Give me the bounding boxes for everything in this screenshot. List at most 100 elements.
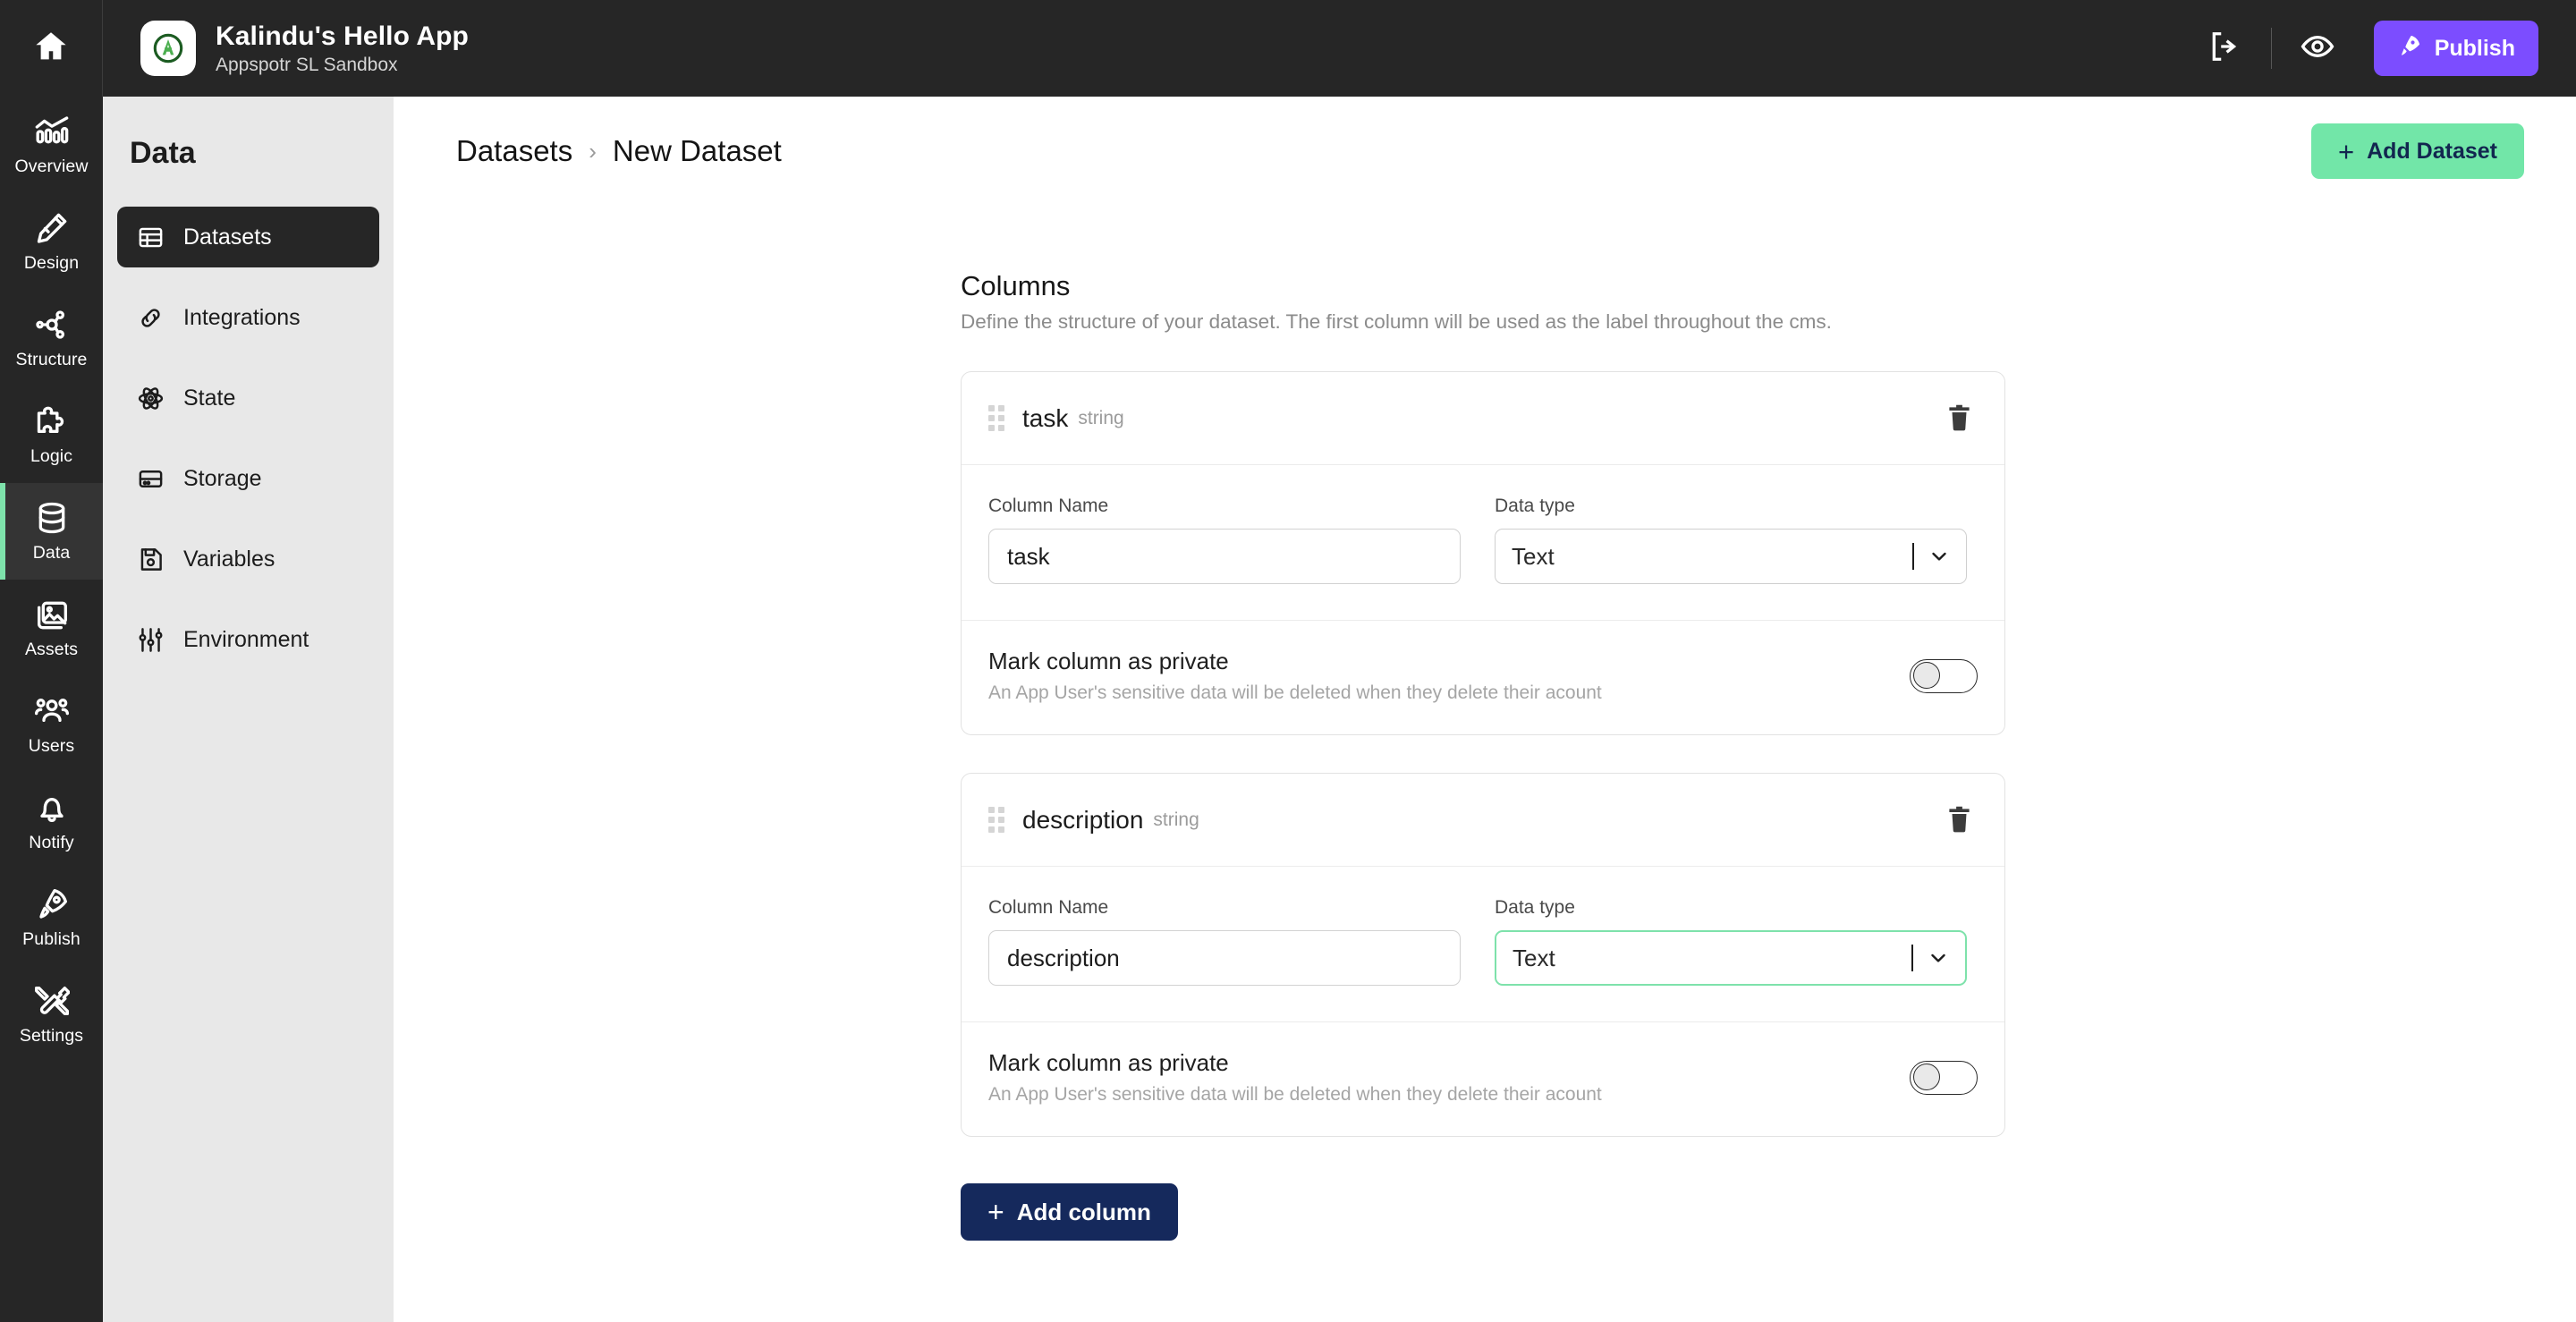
private-toggle[interactable] [1910, 658, 1978, 693]
database-icon [34, 499, 70, 537]
sliders-icon [135, 626, 165, 654]
private-texts: Mark column as private An App User's sen… [988, 648, 1602, 704]
storage-drive-icon [135, 465, 165, 493]
columns-section-description: Define the structure of your dataset. Th… [961, 310, 1832, 333]
toolbar-divider [2270, 28, 2272, 69]
subnav-item-datasets[interactable]: Datasets [117, 207, 379, 267]
subnav-item-integrations[interactable]: Integrations [117, 287, 379, 348]
rail-item-settings[interactable]: Settings [0, 966, 103, 1063]
publish-button[interactable]: Publish [2373, 21, 2538, 76]
rail-label-users: Users [28, 736, 75, 756]
add-dataset-button[interactable]: + Add Dataset [2311, 123, 2524, 179]
data-type-label: Data type [1495, 496, 1575, 516]
column-name-field: Column Name [988, 897, 1461, 986]
rail-item-structure[interactable]: Structure [0, 290, 103, 386]
subnav-item-state[interactable]: State [117, 368, 379, 428]
data-type-selected-value: Text [1513, 944, 1555, 971]
rail-item-notify[interactable]: Notify [0, 773, 103, 869]
rail-item-data[interactable]: Data [0, 483, 103, 580]
rail-label-data: Data [32, 543, 71, 563]
column-card-title: task [1022, 403, 1069, 432]
home-button[interactable] [0, 0, 103, 97]
private-texts: Mark column as private An App User's sen… [988, 1049, 1602, 1106]
private-title: Mark column as private [988, 648, 1229, 674]
subnav-label-variables: Variables [183, 546, 275, 572]
select-tail [1912, 543, 1950, 570]
home-icon [32, 28, 70, 70]
column-fields-row: Column Name Data type Text [962, 465, 2004, 621]
private-title: Mark column as private [988, 1049, 1229, 1076]
rail-item-design[interactable]: Design [0, 193, 103, 290]
column-card-header: task string [962, 372, 2004, 465]
text-caret [1912, 543, 1914, 570]
atom-icon [135, 385, 165, 412]
preview-button[interactable] [2284, 15, 2351, 81]
top-bar-actions: Publish [2192, 15, 2576, 81]
subnav-title: Data [130, 136, 196, 170]
breadcrumb-separator-icon: › [589, 137, 597, 165]
chevron-down-icon [1928, 546, 1950, 567]
column-card-header: description string [962, 774, 2004, 867]
chart-bar-icon [34, 113, 70, 150]
add-dataset-label: Add Dataset [2367, 138, 2497, 164]
table-grid-icon [135, 224, 165, 251]
private-toggle-row: Mark column as private An App User's sen… [962, 1022, 2004, 1136]
column-name-input[interactable] [988, 930, 1461, 986]
puzzle-piece-icon [34, 403, 70, 440]
drag-handle-icon[interactable] [988, 405, 1004, 431]
rail-item-publish[interactable]: Publish [0, 869, 103, 966]
toggle-knob [1913, 662, 1940, 689]
private-toggle[interactable] [1910, 1060, 1978, 1095]
chevron-down-icon [1928, 947, 1949, 969]
data-type-select[interactable]: Text [1495, 930, 1967, 986]
rail-label-publish: Publish [22, 929, 80, 949]
rail-item-overview[interactable]: Overview [0, 97, 103, 193]
pencil-ruler-icon [34, 209, 70, 247]
primary-nav-rail: Overview Design Structure Logic Data Ass… [0, 97, 103, 1322]
delete-column-button[interactable] [1939, 395, 1979, 442]
subnav-label-state: State [183, 385, 236, 411]
rail-label-structure: Structure [15, 350, 88, 369]
column-card: task string Column Name Data type [961, 371, 2005, 735]
drag-handle-icon[interactable] [988, 807, 1004, 833]
add-column-button[interactable]: + Add column [961, 1183, 1178, 1241]
breadcrumb: Datasets › New Dataset [456, 134, 782, 168]
subnav-item-storage[interactable]: Storage [117, 448, 379, 509]
rail-item-logic[interactable]: Logic [0, 386, 103, 483]
column-card-title: description [1022, 805, 1144, 834]
column-name-input[interactable] [988, 529, 1461, 584]
column-name-label: Column Name [988, 897, 1109, 918]
rail-item-assets[interactable]: Assets [0, 580, 103, 676]
image-stack-icon [34, 596, 70, 633]
rocket-icon [34, 886, 70, 923]
app-subtitle: Appspotr SL Sandbox [216, 54, 398, 75]
rail-label-overview: Overview [14, 157, 89, 176]
subnav-item-environment[interactable]: Environment [117, 609, 379, 670]
rail-label-design: Design [23, 253, 80, 273]
rail-item-users[interactable]: Users [0, 676, 103, 773]
subnav-label-storage: Storage [183, 465, 262, 491]
column-fields-row: Column Name Data type Text [962, 867, 2004, 1022]
rail-label-settings: Settings [19, 1026, 84, 1046]
rail-label-logic: Logic [30, 446, 73, 466]
breadcrumb-new-dataset: New Dataset [612, 134, 782, 167]
data-type-select[interactable]: Text [1495, 529, 1967, 584]
data-type-select-wrap: Text [1495, 930, 1967, 986]
share-export-icon [2208, 30, 2242, 68]
column-card-type-tag: string [1078, 407, 1124, 428]
data-type-field: Data type Text [1495, 496, 1967, 584]
users-group-icon [34, 692, 70, 730]
private-toggle-row: Mark column as private An App User's sen… [962, 621, 2004, 734]
app-identity: Kalindu's Hello App Appspotr SL Sandbox [140, 21, 469, 76]
main-content: Datasets › New Dataset + Add Dataset Col… [394, 97, 2576, 1322]
breadcrumb-datasets[interactable]: Datasets [456, 134, 572, 168]
add-column-label: Add column [1016, 1198, 1151, 1225]
share-export-button[interactable] [2192, 15, 2258, 81]
delete-column-button[interactable] [1939, 797, 1979, 843]
private-description: An App User's sensitive data will be del… [988, 1084, 1602, 1105]
data-secondary-nav: Data Datasets Integrations State Storage… [103, 97, 394, 1322]
columns-panel: Columns Define the structure of your dat… [394, 206, 2576, 1241]
subnav-item-variables[interactable]: Variables [117, 529, 379, 589]
private-description: An App User's sensitive data will be del… [988, 682, 1602, 703]
eye-preview-icon [2301, 30, 2334, 68]
